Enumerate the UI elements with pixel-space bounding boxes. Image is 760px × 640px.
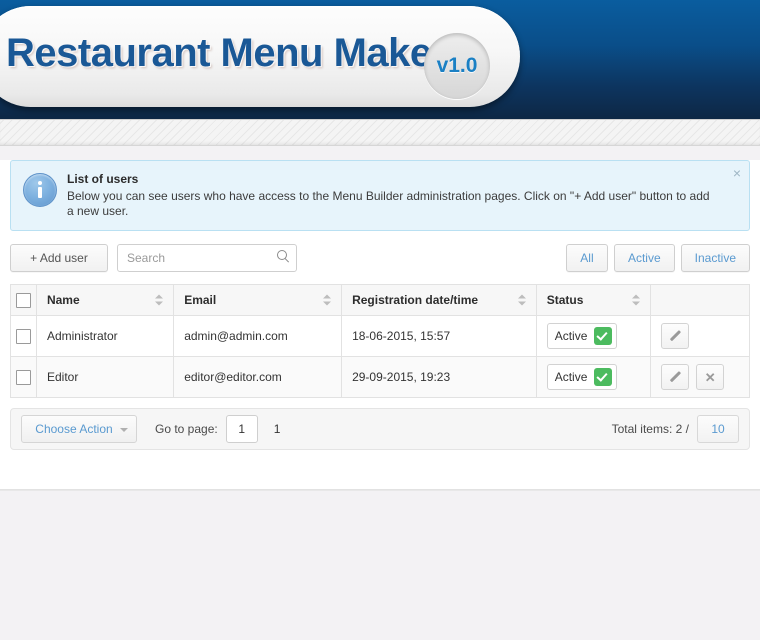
filter-active-button[interactable]: Active: [613, 244, 675, 272]
app-header: Restaurant Menu Maker v1.0: [0, 0, 760, 119]
total-items-group: Total items: 2 / 10: [612, 415, 739, 443]
info-banner-title: List of users: [67, 172, 139, 186]
status-label: Active: [554, 370, 588, 384]
column-header-registration[interactable]: Registration date/time: [341, 284, 537, 316]
cell-actions: [649, 315, 751, 357]
row-select-cell: [10, 315, 37, 357]
search-input[interactable]: [117, 244, 297, 272]
search-box: [117, 244, 297, 272]
status-label: Active: [554, 329, 588, 343]
select-all-header: [10, 284, 37, 316]
select-all-checkbox[interactable]: [15, 292, 31, 308]
delete-button[interactable]: ✕: [696, 364, 725, 390]
add-user-button[interactable]: + Add user: [10, 244, 108, 272]
sort-icon[interactable]: [155, 294, 164, 307]
cell-registration: 18-06-2015, 15:57: [341, 315, 537, 357]
cell-status: Active: [535, 356, 651, 398]
cell-status: Active: [535, 315, 651, 357]
info-banner-body: List of users Below you can see users wh…: [67, 172, 719, 219]
pencil-icon: [669, 371, 681, 383]
total-items-label: Total items: 2 /: [611, 422, 689, 436]
cell-registration: 29-09-2015, 19:23: [341, 356, 537, 398]
sort-icon[interactable]: [631, 294, 641, 307]
per-page-selector[interactable]: 10: [697, 415, 739, 443]
title-plate: Restaurant Menu Maker v1.0: [0, 6, 520, 107]
check-icon: [594, 368, 613, 386]
chevron-down-icon: [120, 428, 128, 432]
column-label-status: Status: [546, 293, 584, 307]
status-filter-group: All Active Inactive: [565, 244, 750, 272]
info-icon: [23, 173, 57, 207]
cell-actions: ✕: [649, 356, 751, 398]
status-badge[interactable]: Active: [546, 323, 618, 349]
current-page-indicator: 1: [273, 422, 281, 436]
version-badge: v1.0: [424, 33, 490, 99]
page-title: Restaurant Menu Maker: [6, 31, 447, 75]
close-icon: ✕: [704, 369, 716, 385]
page-number-input[interactable]: [225, 415, 258, 443]
cell-email: admin@admin.com: [173, 315, 343, 357]
column-label-email: Email: [184, 293, 217, 307]
column-header-name[interactable]: Name: [35, 284, 175, 316]
edit-button[interactable]: [660, 364, 689, 390]
main-content: List of users Below you can see users wh…: [0, 160, 760, 490]
cell-email: editor@editor.com: [173, 356, 343, 398]
users-table: Name Email Registration date/time Status: [10, 284, 751, 398]
sort-icon[interactable]: [517, 294, 527, 307]
pencil-icon: [669, 330, 681, 342]
filter-inactive-button[interactable]: Inactive: [680, 244, 750, 272]
table-row: Administrator admin@admin.com 18-06-2015…: [10, 315, 751, 357]
content-bottom-edge: [0, 490, 760, 491]
version-label: v1.0: [436, 54, 478, 77]
table-header-row: Name Email Registration date/time Status: [10, 284, 751, 316]
toolbar: + Add user All Active Inactive: [10, 244, 750, 272]
goto-page-label: Go to page:: [155, 422, 218, 436]
table-body: Administrator admin@admin.com 18-06-2015…: [10, 315, 751, 398]
users-table-wrapper: Name Email Registration date/time Status: [10, 284, 751, 398]
column-label-registration: Registration date/time: [352, 293, 479, 307]
table-head: Name Email Registration date/time Status: [10, 284, 751, 316]
status-badge[interactable]: Active: [546, 364, 618, 390]
column-label-name: Name: [46, 293, 80, 307]
column-header-actions: [649, 284, 751, 316]
row-checkbox[interactable]: [15, 328, 31, 344]
filter-all-button[interactable]: All: [565, 244, 608, 272]
edit-button[interactable]: [660, 323, 689, 349]
sort-icon[interactable]: [323, 294, 332, 307]
check-icon: [594, 327, 613, 345]
pagination-bar: Choose Action Go to page: 1 Total items:…: [10, 408, 750, 450]
info-banner: List of users Below you can see users wh…: [10, 160, 750, 231]
cell-name: Administrator: [35, 315, 175, 357]
row-select-cell: [10, 356, 37, 398]
choose-action-label: Choose Action: [35, 422, 113, 436]
cell-name: Editor: [35, 356, 175, 398]
choose-action-dropdown[interactable]: Choose Action: [21, 415, 137, 443]
table-row: Editor editor@editor.com 29-09-2015, 19:…: [10, 356, 751, 398]
striped-divider: [0, 119, 760, 146]
row-checkbox[interactable]: [15, 369, 31, 385]
close-icon[interactable]: ×: [733, 166, 741, 180]
info-banner-text: Below you can see users who have access …: [67, 189, 710, 218]
column-header-status[interactable]: Status: [535, 284, 651, 316]
column-header-email[interactable]: Email: [173, 284, 343, 316]
